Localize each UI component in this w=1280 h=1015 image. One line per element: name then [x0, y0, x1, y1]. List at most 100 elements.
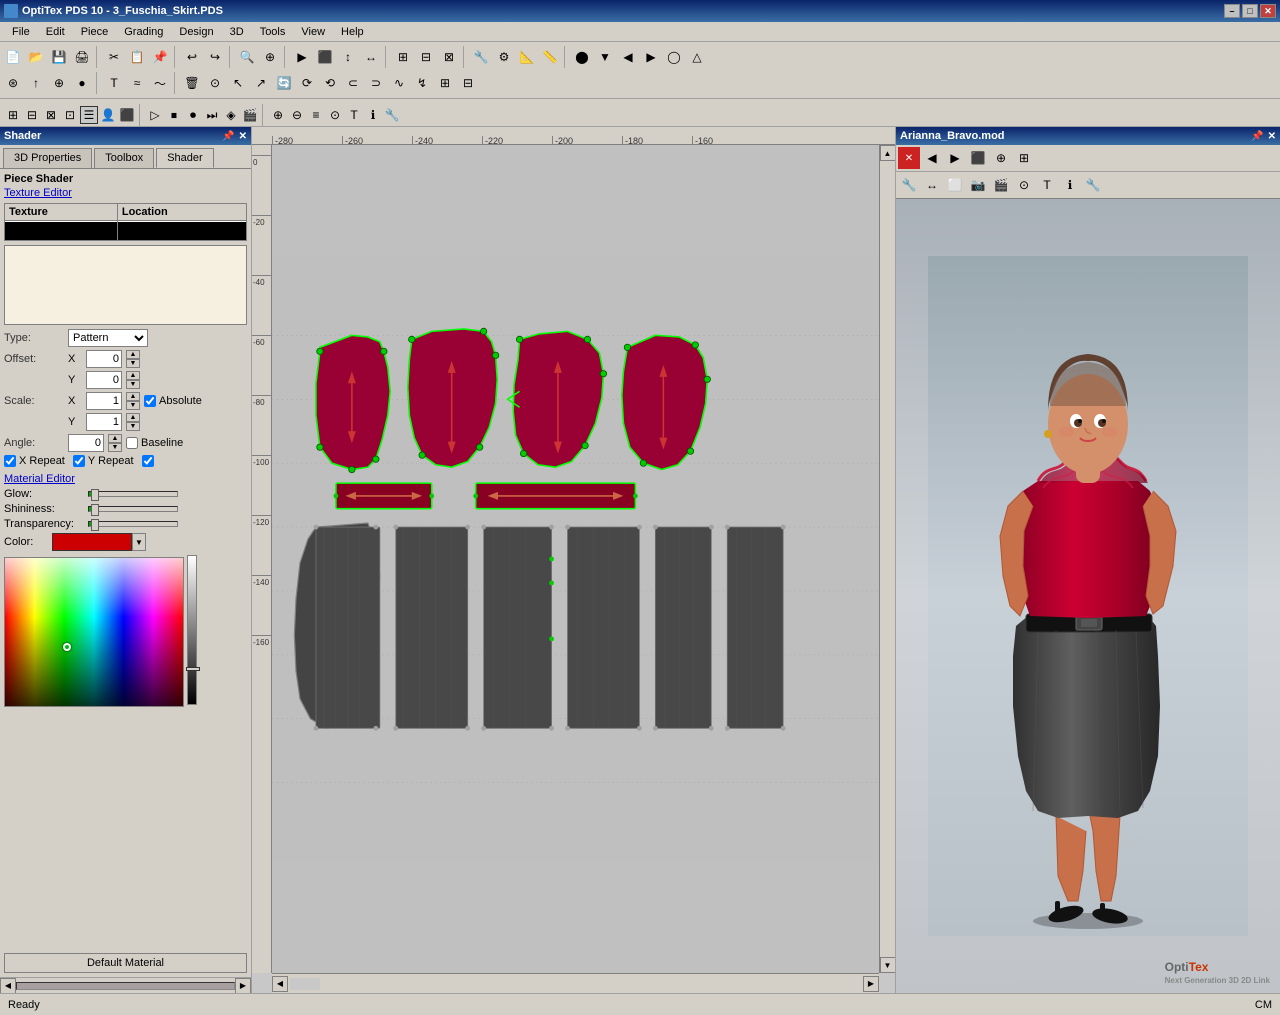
tb-btn-21[interactable]: ◯	[663, 46, 685, 68]
tb2-btn-13[interactable]: ⟳	[296, 72, 318, 94]
rt2-btn-7[interactable]: T	[1036, 174, 1058, 196]
tb2-btn-16[interactable]: ⊃	[365, 72, 387, 94]
tb-btn-10[interactable]: ⊞	[392, 46, 414, 68]
rt-btn-back[interactable]: ◀	[921, 147, 943, 169]
tb2-btn-5[interactable]: T	[103, 72, 125, 94]
vscroll-down-button[interactable]: ▼	[880, 957, 896, 973]
absolute-checkbox[interactable]	[144, 395, 156, 407]
tb-btn-9[interactable]: ↔	[360, 46, 382, 68]
tb2-btn-4[interactable]: ●	[71, 72, 93, 94]
menu-3d[interactable]: 3D	[222, 24, 252, 40]
offset-x-input[interactable]	[86, 350, 122, 368]
scale-x-input[interactable]	[86, 392, 122, 410]
tab-3d-properties[interactable]: 3D Properties	[3, 148, 92, 168]
right-panel-close[interactable]: ✕	[1268, 131, 1276, 142]
rt2-btn-9[interactable]: 🔧	[1082, 174, 1104, 196]
shininess-slider-handle[interactable]	[91, 504, 99, 516]
tb-btn-6[interactable]: ▶	[291, 46, 313, 68]
tb-btn-13[interactable]: 🔧	[470, 46, 492, 68]
menu-view[interactable]: View	[293, 24, 333, 40]
rt2-btn-5[interactable]: 🎬	[990, 174, 1012, 196]
icon-tab-2[interactable]: ⊟	[23, 106, 41, 124]
rt-btn-copy[interactable]: ⊕	[990, 147, 1012, 169]
material-editor-title[interactable]: Material Editor	[4, 473, 247, 485]
scale-x-down[interactable]: ▼	[126, 401, 140, 410]
scale-y-down[interactable]: ▼	[126, 422, 140, 431]
angle-up[interactable]: ▲	[108, 434, 122, 443]
icon-tab-9[interactable]: ⏹	[165, 106, 183, 124]
offset-y-input[interactable]	[86, 371, 122, 389]
minimize-button[interactable]: –	[1224, 4, 1240, 18]
tb2-btn-10[interactable]: ↖	[227, 72, 249, 94]
tb2-btn-15[interactable]: ⊂	[342, 72, 364, 94]
offset-x-up[interactable]: ▲	[126, 350, 140, 359]
rt-btn-stop[interactable]: ✕	[898, 147, 920, 169]
offset-x-spinner[interactable]: ▲ ▼	[126, 350, 140, 368]
icon-tab-13[interactable]: 🎬	[241, 106, 259, 124]
tb-btn-5[interactable]: ⊕	[259, 46, 281, 68]
tb2-btn-17[interactable]: ∿	[388, 72, 410, 94]
x-repeat-checkbox[interactable]	[4, 455, 16, 467]
offset-y-down[interactable]: ▼	[126, 380, 140, 389]
rt2-btn-3[interactable]: ⬜	[944, 174, 966, 196]
menu-piece[interactable]: Piece	[73, 24, 117, 40]
offset-y-spinner[interactable]: ▲ ▼	[126, 371, 140, 389]
tb-btn-20[interactable]: ▶	[640, 46, 662, 68]
hscroll-right-button[interactable]: ▶	[863, 976, 879, 992]
tb-btn-12[interactable]: ⊠	[438, 46, 460, 68]
icon-tab-7[interactable]: ⬛	[118, 106, 136, 124]
icon-tab-16[interactable]: ≡	[307, 106, 325, 124]
horizontal-scrollbar[interactable]: ◀ ▶	[272, 973, 879, 993]
new-button[interactable]: 📄	[2, 46, 24, 68]
tab-toolbox[interactable]: Toolbox	[94, 148, 154, 168]
icon-tab-10[interactable]: ⏺	[184, 106, 202, 124]
tb-btn-2[interactable]: 📋	[126, 46, 148, 68]
brightness-handle[interactable]	[186, 667, 200, 671]
icon-tab-19[interactable]: ℹ	[364, 106, 382, 124]
rt2-btn-6[interactable]: ⊙	[1013, 174, 1035, 196]
angle-spinner[interactable]: ▲ ▼	[108, 434, 122, 452]
transparency-slider-handle[interactable]	[91, 519, 99, 531]
tb2-btn-1[interactable]: ⊛	[2, 72, 24, 94]
tb-btn-22[interactable]: △	[686, 46, 708, 68]
tb-btn-19[interactable]: ◀	[617, 46, 639, 68]
icon-tab-4[interactable]: ⊡	[61, 106, 79, 124]
save-button[interactable]: 💾	[48, 46, 70, 68]
tb2-btn-18[interactable]: ↯	[411, 72, 433, 94]
close-button[interactable]: ✕	[1260, 4, 1276, 18]
menu-help[interactable]: Help	[333, 24, 372, 40]
icon-tab-11[interactable]: ⏭	[203, 106, 221, 124]
menu-design[interactable]: Design	[171, 24, 221, 40]
tb2-btn-9[interactable]: ⊙	[204, 72, 226, 94]
redo-button[interactable]: ↪	[204, 46, 226, 68]
print-button[interactable]: 🖨	[71, 46, 93, 68]
icon-tab-1[interactable]: ⊞	[4, 106, 22, 124]
tb2-btn-8[interactable]: 🗑	[181, 72, 203, 94]
tb2-btn-7[interactable]: 〜	[149, 72, 171, 94]
tb2-btn-6[interactable]: ≈	[126, 72, 148, 94]
transparency-slider-track[interactable]	[88, 521, 178, 527]
icon-tab-5[interactable]: ☰	[80, 106, 98, 124]
icon-tab-6[interactable]: 👤	[99, 106, 117, 124]
menu-grading[interactable]: Grading	[116, 24, 171, 40]
rt2-btn-1[interactable]: 🔧	[898, 174, 920, 196]
tb-btn-8[interactable]: ↕	[337, 46, 359, 68]
rt-btn-grid[interactable]: ⊞	[1013, 147, 1035, 169]
extra-checkbox[interactable]	[142, 455, 154, 467]
menu-edit[interactable]: Edit	[38, 24, 73, 40]
icon-tab-14[interactable]: ⊕	[269, 106, 287, 124]
open-button[interactable]: 📂	[25, 46, 47, 68]
tb2-btn-3[interactable]: ⊕	[48, 72, 70, 94]
tb2-btn-20[interactable]: ⊟	[457, 72, 479, 94]
right-panel-pin[interactable]: 📌	[1251, 131, 1263, 142]
icon-tab-17[interactable]: ⊙	[326, 106, 344, 124]
hscroll-left-button[interactable]: ◀	[272, 976, 288, 992]
texture-editor-link[interactable]: Texture Editor	[4, 187, 247, 199]
zoom-in-button[interactable]: 🔍	[236, 46, 258, 68]
tb2-btn-12[interactable]: 🔄	[273, 72, 295, 94]
panel-close-icon[interactable]: ✕	[239, 131, 247, 142]
panel-pin-icon[interactable]: 📌	[222, 131, 234, 142]
tb2-btn-14[interactable]: ⟲	[319, 72, 341, 94]
tb-btn-14[interactable]: ⚙	[493, 46, 515, 68]
y-repeat-checkbox[interactable]	[73, 455, 85, 467]
